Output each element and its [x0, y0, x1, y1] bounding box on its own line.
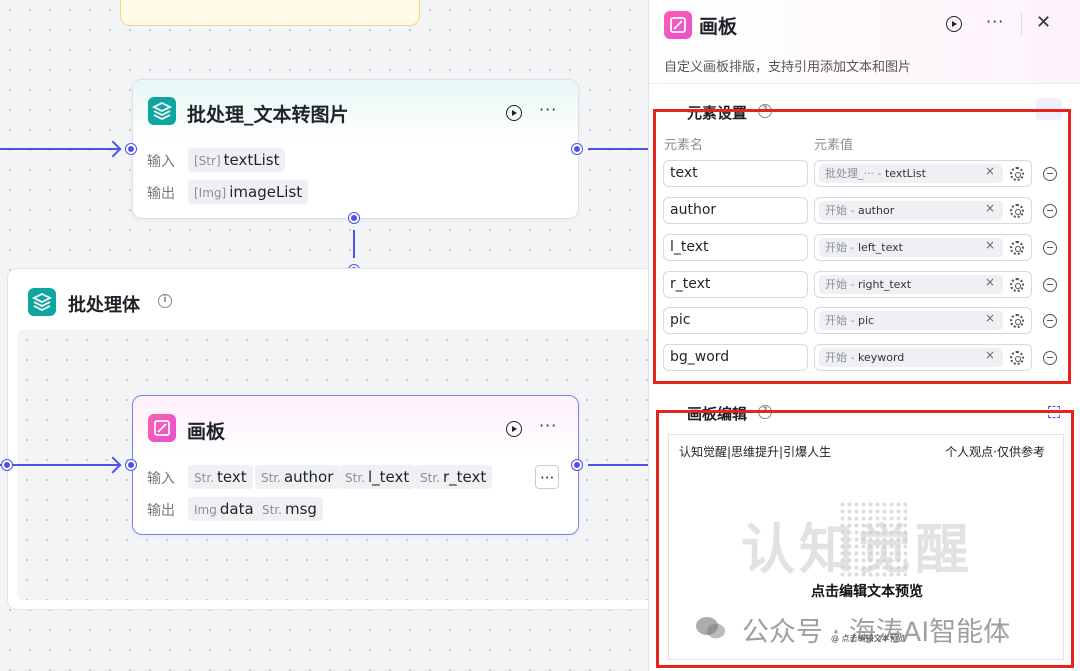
- output-label: 输出: [147, 503, 175, 519]
- input-tag-textlist: [Str] textList: [188, 148, 286, 172]
- input-tag: Str. r_text: [414, 465, 493, 489]
- board-icon: [148, 414, 176, 442]
- batch-node-title: 批处理_文本转图片: [187, 104, 349, 126]
- panel-header: 画板 ··· ✕ 自定义画板排版，支持引用添加文本和图片: [649, 0, 1080, 84]
- note-node[interactable]: [120, 0, 420, 26]
- port-in-board[interactable]: [126, 460, 136, 470]
- close-icon[interactable]: ✕: [1036, 12, 1051, 33]
- arrow-icon: [104, 140, 122, 158]
- divider: [1021, 12, 1022, 36]
- input-tag: Str. author: [255, 465, 340, 489]
- layers-icon: [148, 97, 176, 125]
- run-icon[interactable]: [506, 421, 522, 437]
- port-out-batch[interactable]: [572, 144, 582, 154]
- edge-in-batch: [0, 148, 120, 150]
- more-icon[interactable]: ···: [986, 12, 1004, 31]
- more-icon[interactable]: ···: [539, 416, 557, 435]
- output-tag: Str. msg: [256, 497, 323, 521]
- wechat-icon: [696, 617, 725, 639]
- port-in-batch[interactable]: [126, 144, 136, 154]
- info-icon[interactable]: i: [158, 294, 172, 308]
- panel-title: 画板: [699, 16, 738, 38]
- port-left-group[interactable]: [2, 460, 12, 470]
- layers-icon: [28, 288, 56, 316]
- run-icon[interactable]: [506, 105, 522, 121]
- edge-out-batch: [588, 148, 648, 150]
- watermark: 公众号 · 海涛AI智能体: [742, 617, 1011, 648]
- batch-node[interactable]: 批处理_文本转图片 ··· 输入 [Str] textList 输出 [Img] i…: [132, 79, 579, 219]
- run-icon[interactable]: [946, 16, 962, 32]
- input-label: 输入: [147, 154, 175, 170]
- group-title: 批处理体: [68, 295, 140, 316]
- image-icon: Img: [194, 503, 217, 517]
- output-tag: Img data: [188, 497, 260, 521]
- board-icon: [664, 11, 692, 39]
- port-bottom-batch[interactable]: [349, 213, 359, 223]
- output-label: 输出: [147, 186, 175, 202]
- output-tag-imagelist: [Img] imageList: [188, 180, 309, 204]
- board-node-title: 画板: [187, 421, 226, 443]
- input-tag: Str. l_text: [339, 465, 416, 489]
- panel-description: 自定义画板排版，支持引用添加文本和图片: [664, 60, 912, 75]
- board-node[interactable]: 画板 ··· 输入 Str. text Str. author Str. l_text…: [132, 395, 579, 535]
- edge-batch-body: [353, 230, 355, 258]
- more-inputs-button[interactable]: ···: [535, 465, 560, 489]
- more-icon[interactable]: ···: [539, 100, 557, 119]
- port-out-board[interactable]: [572, 460, 582, 470]
- image-list-icon: [Img]: [194, 186, 227, 200]
- list-type-icon: [Str]: [194, 154, 221, 168]
- input-tag: Str. text: [188, 465, 253, 489]
- edge-out-board: [588, 464, 648, 466]
- edge-in-board: [0, 464, 120, 466]
- highlight-elements: [653, 109, 1071, 384]
- input-label: 输入: [147, 471, 175, 487]
